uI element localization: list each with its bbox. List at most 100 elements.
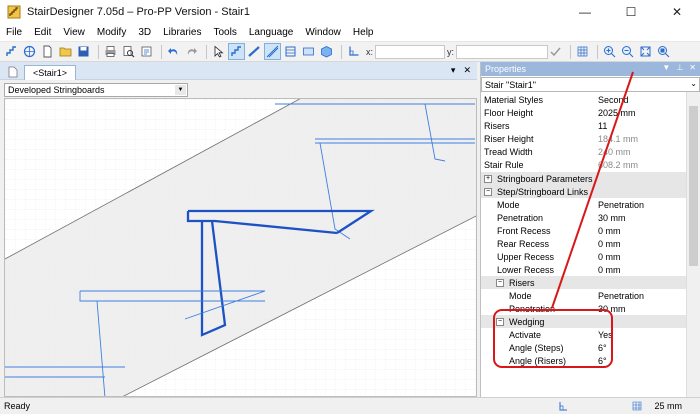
- view-select[interactable]: Developed Stringboards ▼: [4, 83, 188, 97]
- property-row[interactable]: Stair Rule 608.2 mm: [481, 158, 687, 171]
- property-row[interactable]: Risers 11: [481, 119, 687, 132]
- tab-stair1[interactable]: <Stair1>: [24, 65, 77, 80]
- elevation-view-icon[interactable]: [301, 44, 316, 59]
- save-icon[interactable]: [76, 44, 91, 59]
- stringboard-drawing[interactable]: [5, 99, 477, 397]
- menu-modify[interactable]: Modify: [97, 27, 126, 38]
- menu-help[interactable]: Help: [353, 27, 374, 38]
- property-row[interactable]: Front Recess 0 mm: [481, 224, 687, 237]
- property-row[interactable]: Material Styles Second: [481, 93, 687, 106]
- menu-view[interactable]: View: [63, 27, 85, 38]
- category-step-stringboard-links[interactable]: − Step/Stringboard Links: [481, 185, 687, 198]
- new-stair-icon[interactable]: [4, 44, 19, 59]
- validate-icon[interactable]: [548, 44, 563, 59]
- new-file-icon[interactable]: [40, 44, 55, 59]
- expand-icon[interactable]: +: [484, 174, 492, 183]
- undo-icon[interactable]: [166, 44, 181, 59]
- scrollbar-thumb[interactable]: [689, 106, 698, 266]
- property-name: Front Recess: [497, 225, 551, 236]
- property-value[interactable]: Penetration: [598, 200, 687, 210]
- 3d-view-icon[interactable]: [319, 44, 334, 59]
- property-name: Upper Recess: [497, 251, 555, 262]
- select-tool-icon[interactable]: [211, 44, 226, 59]
- toolbar-separator: [206, 44, 207, 59]
- property-row[interactable]: Penetration 30 mm: [481, 302, 687, 315]
- property-name: Floor Height: [484, 107, 534, 118]
- coordinates-icon[interactable]: [346, 44, 361, 59]
- category-stringboard-parameters[interactable]: + Stringboard Parameters: [481, 172, 687, 185]
- menu-tools[interactable]: Tools: [213, 27, 236, 38]
- property-value[interactable]: 30 mm: [598, 213, 687, 223]
- snap-icon[interactable]: [558, 401, 568, 411]
- property-row[interactable]: Rear Recess 0 mm: [481, 237, 687, 250]
- property-row[interactable]: Activate Yes: [481, 328, 687, 341]
- stair-view-icon[interactable]: [228, 43, 245, 60]
- category-risers[interactable]: − Risers: [481, 276, 687, 289]
- property-value[interactable]: 6°: [598, 343, 687, 353]
- property-value[interactable]: 0 mm: [598, 239, 687, 249]
- property-value[interactable]: Yes: [598, 330, 687, 340]
- menu-edit[interactable]: Edit: [34, 27, 51, 38]
- zoom-out-icon[interactable]: [620, 44, 635, 59]
- chevron-down-icon[interactable]: ⌄: [690, 79, 697, 88]
- page-setup-icon[interactable]: [139, 44, 154, 59]
- x-coordinate-input[interactable]: [375, 44, 446, 59]
- menu-file[interactable]: File: [6, 27, 22, 38]
- property-value[interactable]: Second: [598, 95, 687, 105]
- grid-icon[interactable]: [575, 44, 590, 59]
- menu-window[interactable]: Window: [305, 27, 341, 38]
- minimize-button[interactable]: —: [562, 0, 608, 24]
- property-value[interactable]: 2025 mm: [598, 108, 687, 118]
- chevron-down-icon[interactable]: ▼: [175, 85, 186, 95]
- plan-view-icon[interactable]: [283, 44, 298, 59]
- property-value[interactable]: 6°: [598, 356, 687, 366]
- y-coordinate-input[interactable]: [456, 44, 549, 59]
- property-row[interactable]: Mode Penetration: [481, 289, 687, 302]
- property-row[interactable]: Upper Recess 0 mm: [481, 250, 687, 263]
- menu-libraries[interactable]: Libraries: [163, 27, 201, 38]
- redo-icon[interactable]: [184, 44, 199, 59]
- print-icon[interactable]: [103, 44, 118, 59]
- property-value[interactable]: 11: [598, 121, 687, 131]
- property-row[interactable]: Mode Penetration: [481, 198, 687, 211]
- property-value[interactable]: 30 mm: [598, 304, 687, 314]
- zoom-window-icon[interactable]: [656, 44, 671, 59]
- print-preview-icon[interactable]: [121, 44, 136, 59]
- collapse-icon[interactable]: −: [484, 187, 492, 196]
- close-button[interactable]: ✕: [654, 0, 700, 24]
- property-name: Angle (Risers): [509, 355, 567, 366]
- menu-3d[interactable]: 3D: [138, 27, 151, 38]
- properties-scrollbar[interactable]: [686, 92, 700, 397]
- property-name: Lower Recess: [497, 264, 555, 275]
- property-name: Risers: [484, 120, 510, 131]
- property-row[interactable]: Penetration 30 mm: [481, 211, 687, 224]
- stringboard-view-icon[interactable]: [247, 44, 262, 59]
- property-value[interactable]: 0 mm: [598, 226, 687, 236]
- web-icon[interactable]: [22, 44, 37, 59]
- collapse-icon[interactable]: −: [496, 317, 504, 326]
- property-row[interactable]: Angle (Steps) 6°: [481, 341, 687, 354]
- drawing-canvas[interactable]: [4, 98, 477, 397]
- open-folder-icon[interactable]: [58, 44, 73, 59]
- property-value[interactable]: 0 mm: [598, 265, 687, 275]
- property-row[interactable]: Lower Recess 0 mm: [481, 263, 687, 276]
- property-row[interactable]: Tread Width 240 mm: [481, 145, 687, 158]
- zoom-extents-icon[interactable]: [638, 44, 653, 59]
- zoom-in-icon[interactable]: [602, 44, 617, 59]
- chevron-down-icon[interactable]: ▼: [662, 63, 670, 72]
- property-value[interactable]: Penetration: [598, 291, 687, 301]
- pin-icon[interactable]: ⊥: [676, 63, 683, 72]
- property-value[interactable]: 0 mm: [598, 252, 687, 262]
- property-row[interactable]: Riser Height 184.1 mm: [481, 132, 687, 145]
- maximize-button[interactable]: ☐: [608, 0, 654, 24]
- property-row[interactable]: Floor Height 2025 mm: [481, 106, 687, 119]
- category-wedging[interactable]: − Wedging: [481, 315, 687, 328]
- tab-pin-icon[interactable]: ▾: [451, 65, 456, 76]
- tab-close-icon[interactable]: ✕: [463, 65, 471, 76]
- collapse-icon[interactable]: −: [496, 278, 504, 287]
- developed-view-icon[interactable]: [264, 43, 281, 60]
- object-select[interactable]: Stair "Stair1" ⌄: [481, 77, 700, 92]
- menu-language[interactable]: Language: [249, 27, 294, 38]
- property-row[interactable]: Angle (Risers) 6°: [481, 354, 687, 367]
- close-icon[interactable]: ✕: [689, 63, 696, 72]
